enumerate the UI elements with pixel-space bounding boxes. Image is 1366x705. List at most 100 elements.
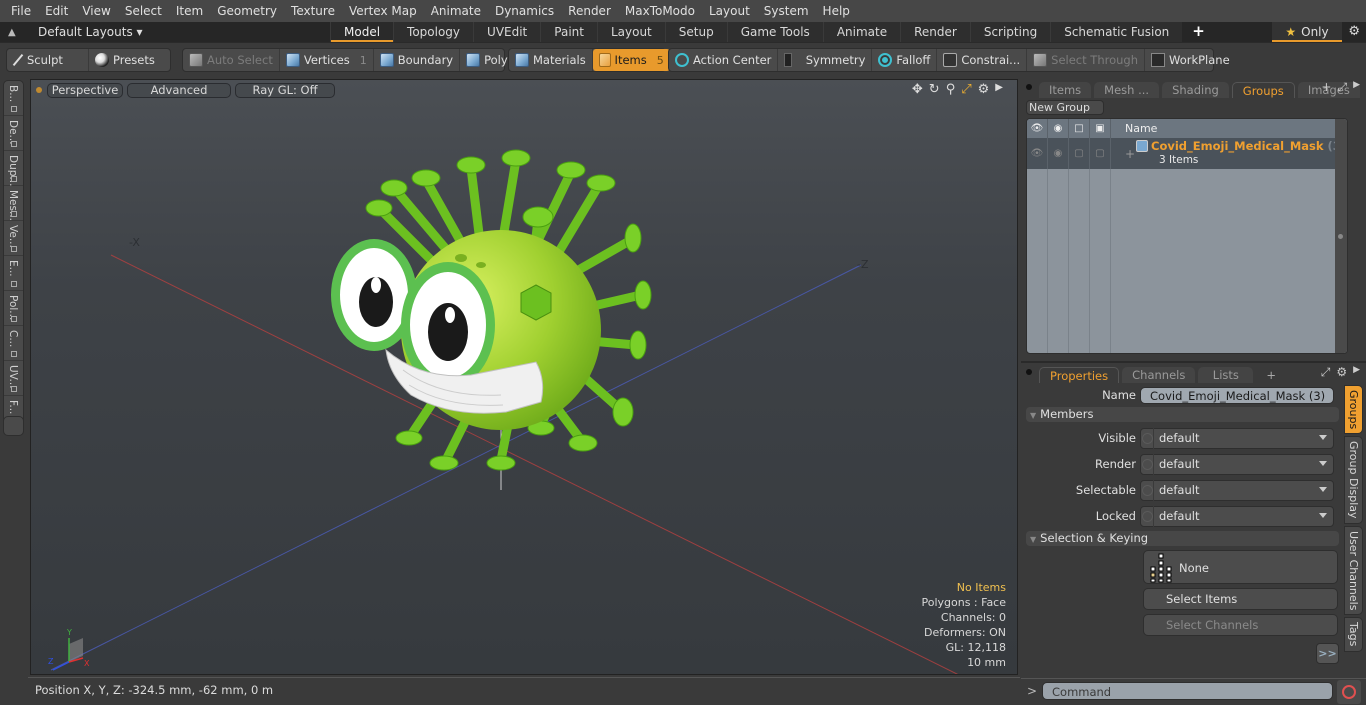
left-tab-curve[interactable]: C... [4, 326, 23, 361]
menu-layout[interactable]: Layout [702, 0, 757, 22]
menu-geometry[interactable]: Geometry [210, 0, 284, 22]
menu-dynamics[interactable]: Dynamics [488, 0, 561, 22]
left-tab-polygon[interactable]: Pol... [4, 291, 23, 326]
tab-topology[interactable]: Topology [393, 22, 474, 42]
gear-icon[interactable]: ⚙ [1348, 24, 1360, 39]
falloff-button[interactable]: Falloff [872, 49, 938, 71]
constraints-button[interactable]: Constrai... [937, 49, 1028, 71]
menu-item[interactable]: Item [169, 0, 210, 22]
presets-button[interactable]: Presets [89, 49, 161, 71]
items-button[interactable]: Items 5 [592, 49, 670, 71]
tab-schematic-fusion[interactable]: Schematic Fusion [1050, 22, 1183, 42]
left-tab-basic[interactable]: B... [4, 81, 23, 116]
expand-icon[interactable]: + [1125, 147, 1135, 161]
auto-select-button[interactable]: Auto Select [183, 49, 280, 71]
menu-texture[interactable]: Texture [284, 0, 342, 22]
menu-help[interactable]: Help [816, 0, 857, 22]
group-row[interactable]: 👁 ◉ ▢ ▢ + Covid_Emoji_Medical_Mask (3) :… [1027, 138, 1347, 169]
rotate-icon[interactable]: ↻ [929, 82, 940, 97]
tab-items[interactable]: Items [1039, 82, 1092, 98]
materials-button[interactable]: Materials [509, 49, 593, 71]
name-field[interactable]: Covid_Emoji_Medical_Mask (3) [1140, 386, 1334, 404]
row-select-toggle[interactable]: ▢ [1090, 138, 1111, 169]
move-icon[interactable]: ✥ [912, 82, 923, 97]
groups-scrollbar[interactable] [1335, 119, 1347, 353]
none-button[interactable]: None [1143, 550, 1338, 584]
selectable-radio[interactable] [1141, 479, 1154, 501]
lock-col-cube-icon[interactable]: □ [1069, 119, 1090, 138]
menu-file[interactable]: File [4, 0, 38, 22]
panel-arrow-icon[interactable]: ▶ [1353, 365, 1360, 380]
visible-radio[interactable] [1141, 427, 1154, 449]
boundary-button[interactable]: Boundary [374, 49, 461, 71]
command-input[interactable]: Command [1042, 682, 1333, 700]
viewport-status-dot[interactable] [36, 87, 42, 93]
menu-system[interactable]: System [757, 0, 816, 22]
tab-layout[interactable]: Layout [596, 22, 665, 42]
menu-vertex-map[interactable]: Vertex Map [342, 0, 424, 22]
tab-channels[interactable]: Channels [1122, 367, 1196, 383]
row-visibility-eye-icon[interactable]: 👁 [1027, 138, 1048, 169]
selection-keying-section[interactable]: ▼ Selection & Keying [1026, 531, 1339, 546]
sculpt-button[interactable]: Sculpt [7, 49, 89, 71]
play-icon[interactable]: ▶ [995, 82, 1003, 97]
tab-properties[interactable]: Properties [1039, 367, 1120, 383]
symmetry-button[interactable]: Symmetry [778, 49, 873, 71]
menu-view[interactable]: View [75, 0, 117, 22]
tab-groups[interactable]: Groups [1231, 82, 1295, 98]
menu-animate[interactable]: Animate [424, 0, 488, 22]
raygl-button[interactable]: Ray GL: Off [235, 82, 335, 98]
tab-animate[interactable]: Animate [822, 22, 901, 42]
name-column-header[interactable]: Name [1111, 119, 1157, 138]
gear-icon[interactable]: ⚙ [978, 82, 990, 97]
left-extra-tab[interactable] [3, 416, 24, 436]
row-lock-toggle[interactable]: ▢ [1069, 138, 1090, 169]
tab-model[interactable]: Model [330, 22, 394, 42]
add-tab-icon[interactable]: + [1321, 80, 1331, 95]
visible-dropdown[interactable]: default [1140, 427, 1334, 449]
maximize-icon[interactable]: ⤢ [1337, 80, 1347, 95]
panel-arrow-icon[interactable]: ▶ [1353, 80, 1360, 95]
new-group-button[interactable]: New Group [1026, 100, 1104, 115]
gear-icon[interactable]: ⚙ [1336, 365, 1347, 380]
select-channels-button[interactable]: Select Channels [1143, 614, 1338, 636]
zoom-icon[interactable]: ⚲ [946, 82, 956, 97]
tab-scripting[interactable]: Scripting [969, 22, 1051, 42]
left-tab-vertex[interactable]: Ve... [4, 221, 23, 256]
render-dropdown[interactable]: default [1140, 453, 1334, 475]
panel-menu-dot[interactable] [1026, 369, 1032, 375]
select-through-button[interactable]: Select Through [1027, 49, 1145, 71]
3d-viewport[interactable]: -X -Z Y Z X Perspective Advanced Ray GL:… [30, 79, 1018, 675]
maximize-icon[interactable]: ⤢ [1321, 365, 1331, 380]
tab-uvedit[interactable]: UVEdit [473, 22, 541, 42]
row-render-camera-icon[interactable]: ◉ [1048, 138, 1069, 169]
tab-paint[interactable]: Paint [540, 22, 597, 42]
view-mode-button[interactable]: Perspective [47, 82, 123, 98]
locked-dropdown[interactable]: default [1140, 505, 1334, 527]
side-tab-groups[interactable]: Groups [1344, 385, 1363, 435]
menu-render[interactable]: Render [561, 0, 618, 22]
fit-icon[interactable]: ⤢ [961, 82, 971, 97]
only-toggle[interactable]: ★ Only [1272, 22, 1342, 42]
panel-menu-dot[interactable] [1026, 84, 1032, 90]
tab-setup[interactable]: Setup [664, 22, 727, 42]
left-tab-edge[interactable]: E... [4, 256, 23, 291]
record-macro-icon[interactable] [1337, 680, 1361, 704]
menu-select[interactable]: Select [118, 0, 169, 22]
add-tab-icon[interactable]: + [1256, 367, 1286, 383]
select-items-button[interactable]: Select Items [1143, 588, 1338, 610]
left-tab-duplicate[interactable]: Dup... [4, 151, 23, 186]
group-name-cell[interactable]: + Covid_Emoji_Medical_Mask (3) :... 3 It… [1111, 138, 1347, 169]
menu-edit[interactable]: Edit [38, 0, 75, 22]
tab-lists[interactable]: Lists [1198, 367, 1254, 383]
select-col-cube-icon[interactable]: ▣ [1090, 119, 1111, 138]
workplane-button[interactable]: WorkPlane [1145, 49, 1236, 71]
tab-mesh[interactable]: Mesh ... [1094, 82, 1160, 98]
left-tab-mesh[interactable]: Mes... [4, 186, 23, 221]
tab-render[interactable]: Render [900, 22, 970, 42]
side-tab-group-display[interactable]: Group Display [1344, 436, 1363, 524]
vertices-button[interactable]: Vertices 1 [280, 49, 374, 71]
left-tab-uv[interactable]: UV... [4, 361, 23, 396]
menu-maxtomodo[interactable]: MaxToModo [618, 0, 702, 22]
render-col-camera-icon[interactable]: ◉ [1048, 119, 1069, 138]
